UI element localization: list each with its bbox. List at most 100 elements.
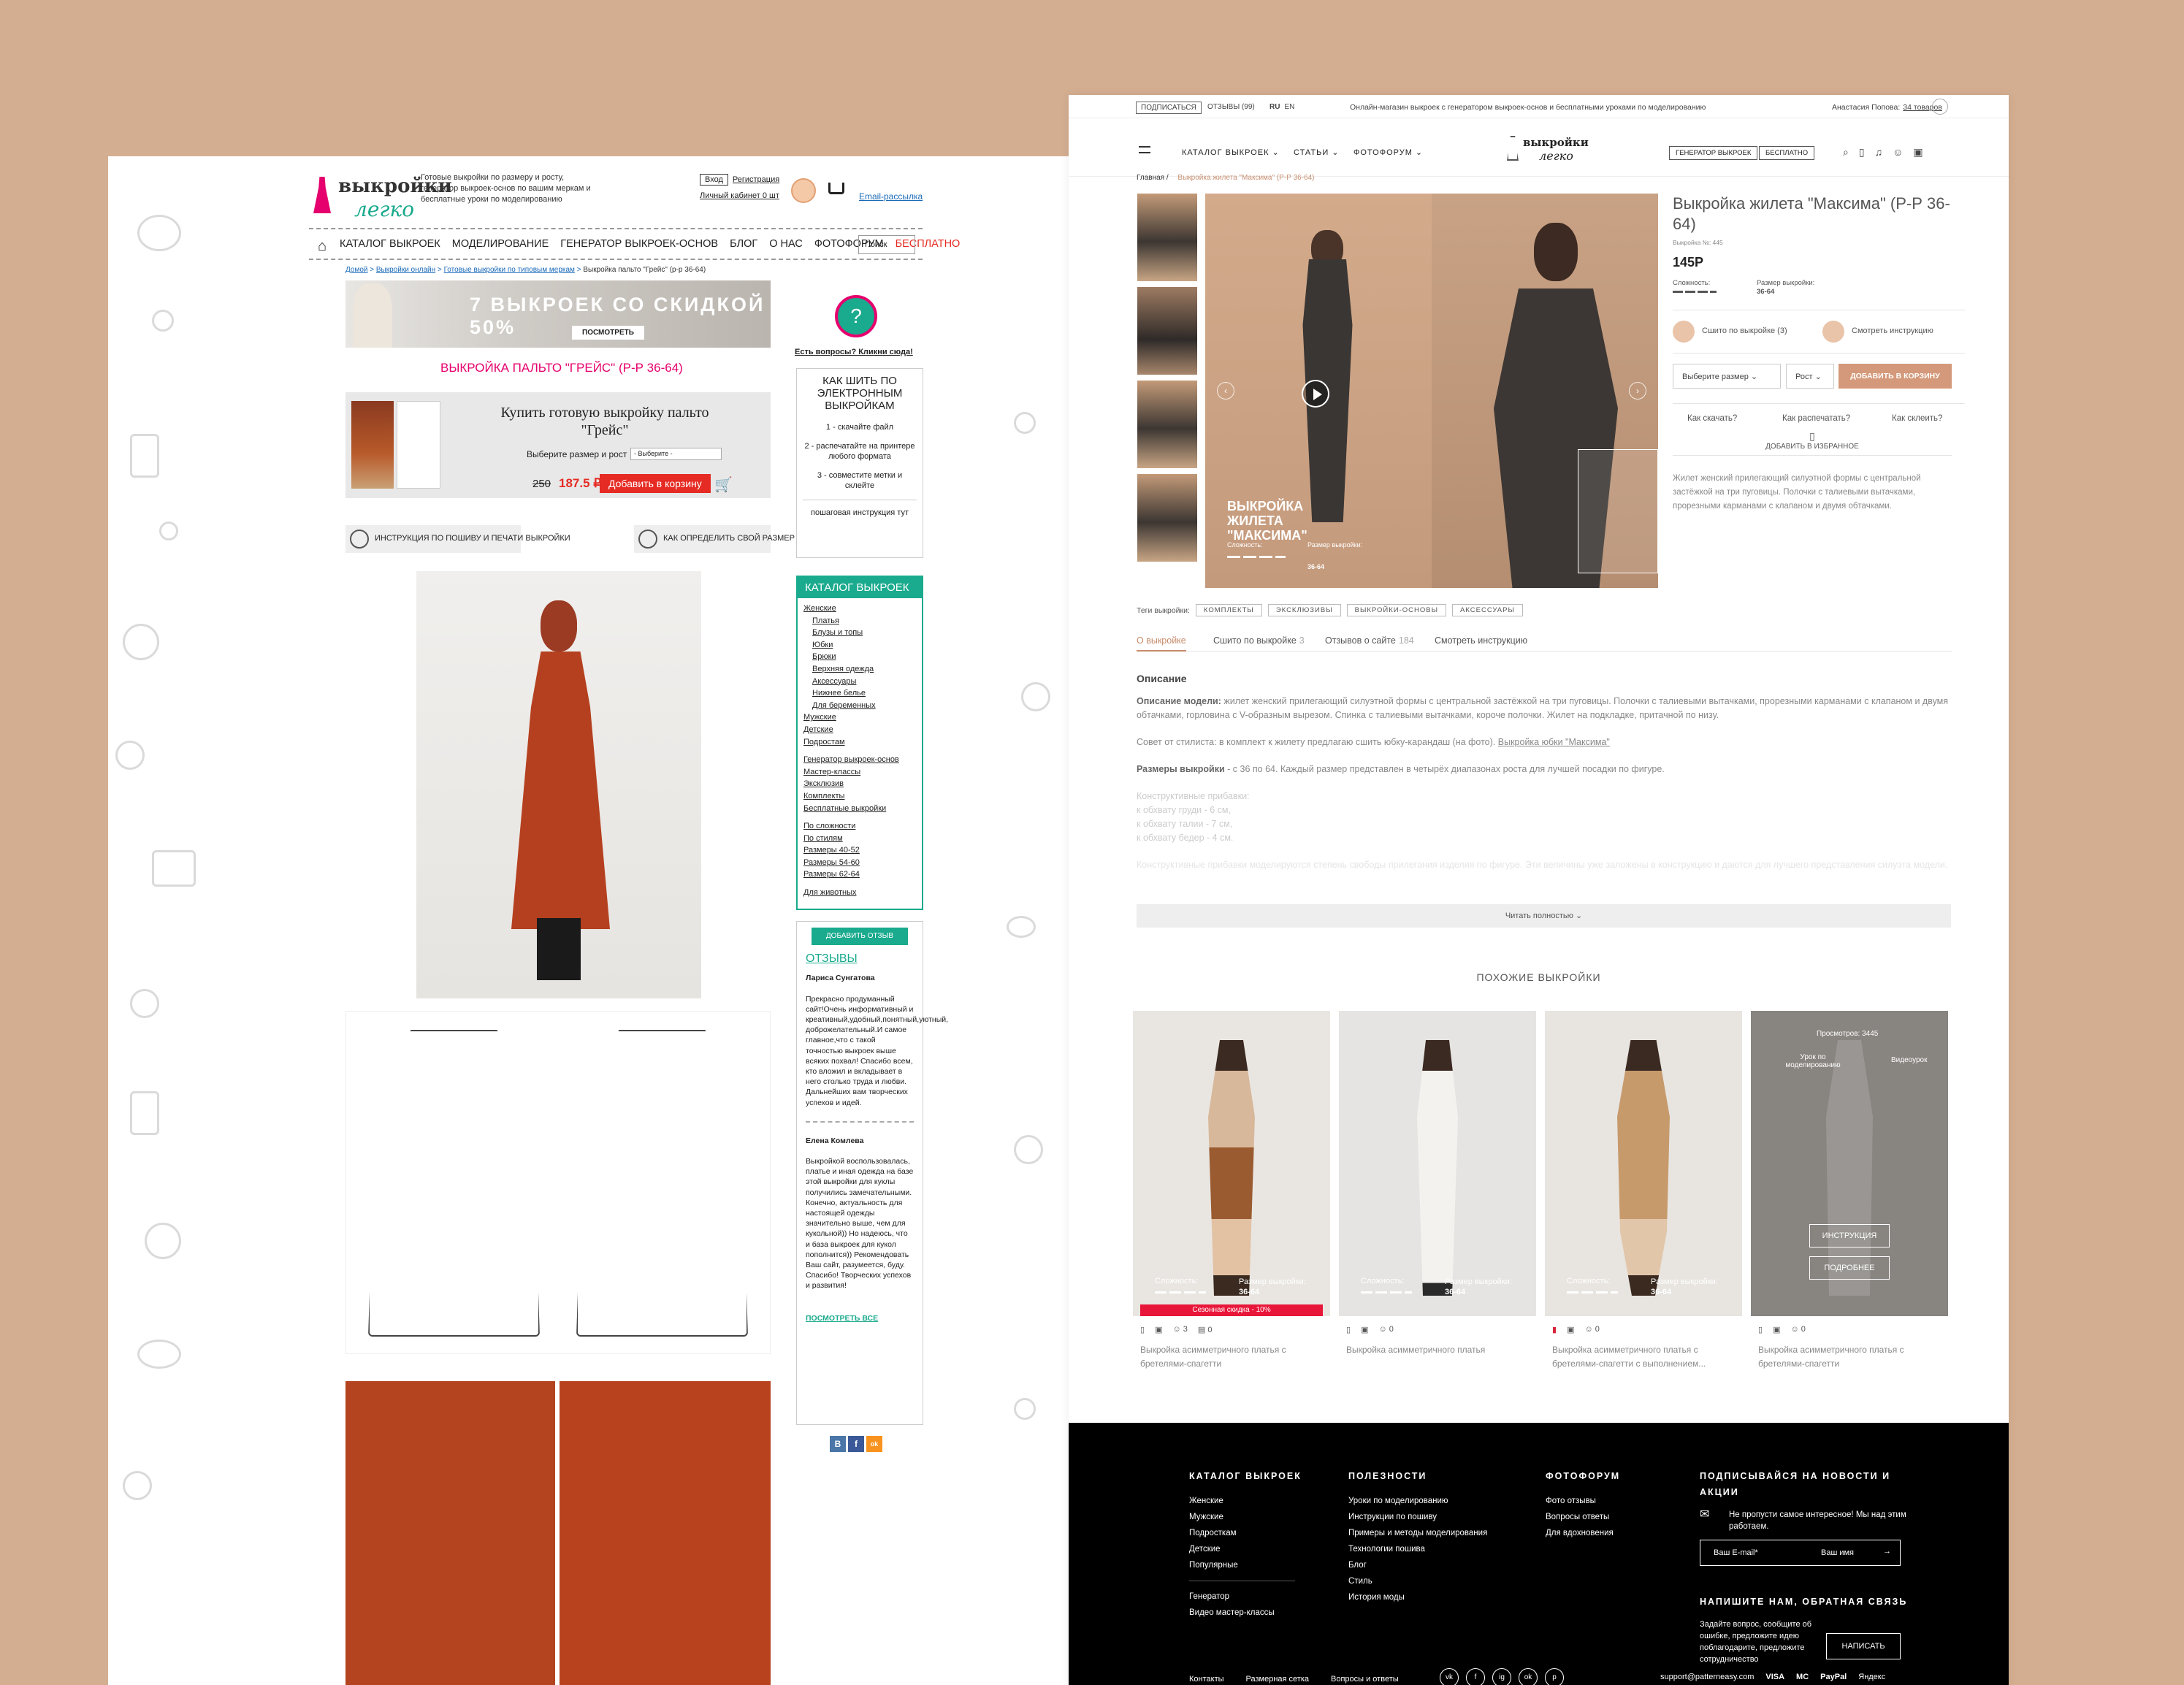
play-icon[interactable]: [1302, 380, 1329, 408]
footer-link[interactable]: Уроки по моделированию: [1348, 1493, 1487, 1509]
footer-link[interactable]: Инструкции по пошиву: [1348, 1509, 1487, 1525]
add-to-cart-button[interactable]: Добавить в корзину: [600, 474, 711, 493]
nav-articles[interactable]: СТАТЬИ ⌄: [1294, 148, 1340, 157]
cart-icon[interactable]: ▣: [1567, 1325, 1574, 1334]
catalog-subitem[interactable]: Брюки: [803, 651, 916, 663]
footer-link[interactable]: Женские: [1189, 1493, 1302, 1509]
how-to-footer-link[interactable]: пошаговая инструкция тут: [803, 500, 917, 518]
footer-link[interactable]: Популярные: [1189, 1557, 1302, 1573]
instagram-icon[interactable]: ig: [1492, 1668, 1511, 1685]
product-thumb-sketch[interactable]: [397, 401, 440, 489]
bookmark-icon[interactable]: ▯: [1758, 1325, 1763, 1334]
nav-item-blog[interactable]: БЛОГ: [730, 238, 757, 250]
add-review-button[interactable]: ДОБАВИТЬ ОТЗЫВ: [812, 928, 908, 946]
gallery-thumb[interactable]: [1137, 474, 1197, 562]
footer-link[interactable]: Стиль: [1348, 1573, 1487, 1589]
tab-reviews[interactable]: Отзывов о сайте 184: [1325, 635, 1414, 646]
card-title[interactable]: Выкройка асимметричного платья: [1346, 1343, 1529, 1357]
catalog-subitem[interactable]: Юбки: [803, 639, 916, 652]
catalog-item[interactable]: Женские: [803, 603, 916, 615]
catalog-subitem[interactable]: Для беременных: [803, 700, 916, 712]
bookmark-icon[interactable]: ▯: [1140, 1325, 1145, 1334]
add-to-cart-button[interactable]: ДОБАВИТЬ В КОРЗИНУ: [1839, 364, 1952, 389]
breadcrumb-item[interactable]: Выкройки онлайн: [376, 266, 435, 274]
product-card[interactable]: Сложность: Размер выкройки: 36-64 ▯ ▣ ☺ 0…: [1339, 1011, 1536, 1355]
tag[interactable]: ЭКСКЛЮЗИВЫ: [1267, 604, 1341, 616]
breadcrumb-item[interactable]: Готовые выкройки по типовым меркам: [444, 266, 575, 274]
gallery-thumb[interactable]: [1137, 194, 1197, 281]
nav-item-generator[interactable]: ГЕНЕРАТОР ВЫКРОЕК-ОСНОВ: [560, 238, 718, 250]
question-icon[interactable]: ?: [835, 295, 877, 337]
catalog-subitem[interactable]: Верхняя одежда: [803, 663, 916, 676]
footer-link[interactable]: Генератор: [1189, 1589, 1302, 1605]
product-photo[interactable]: [416, 571, 701, 998]
gallery-thumb[interactable]: [1137, 287, 1197, 375]
email-newsletter-link[interactable]: Email-рассылка: [859, 191, 923, 202]
question-link[interactable]: Есть вопросы? Кликни сюда!: [795, 348, 913, 356]
submit-arrow-icon[interactable]: →: [1883, 1547, 1891, 1556]
card-title[interactable]: Выкройка асимметричного платья с бретеля…: [1552, 1343, 1735, 1371]
footer-link[interactable]: Вопросы ответы: [1546, 1509, 1620, 1525]
cart-icon[interactable]: ▣: [1913, 146, 1923, 158]
footer-link[interactable]: Для вдохновения: [1546, 1525, 1620, 1541]
promo-button[interactable]: ПОСМОТРЕТЬ: [572, 326, 644, 340]
how-glue-link[interactable]: Как склеить?: [1892, 414, 1942, 423]
home-icon[interactable]: ⌂: [318, 238, 327, 255]
catalog-item[interactable]: Детские: [803, 724, 916, 736]
pinterest-icon[interactable]: p: [1545, 1668, 1564, 1685]
tab-about[interactable]: О выкройке: [1137, 635, 1186, 652]
ok-icon[interactable]: ok: [866, 1436, 882, 1452]
catalog-subitem[interactable]: Платья: [803, 615, 916, 627]
bell-icon[interactable]: ♫: [1875, 146, 1883, 158]
facebook-icon[interactable]: f: [1466, 1668, 1485, 1685]
footer-link[interactable]: История моды: [1348, 1589, 1487, 1605]
ok-icon[interactable]: ok: [1519, 1668, 1538, 1685]
nav-catalog[interactable]: КАТАЛОГ ВЫКРОЕК ⌄: [1182, 148, 1280, 157]
tag[interactable]: КОМПЛЕКТЫ: [1195, 604, 1262, 616]
catalog-item[interactable]: Генератор выкроек-основ: [803, 754, 916, 766]
generator-button[interactable]: ГЕНЕРАТОР ВЫКРОЕК: [1669, 146, 1758, 160]
register-link[interactable]: Регистрация: [733, 175, 779, 184]
site-logo[interactable]: выкройки легко: [1507, 133, 1589, 167]
nav-item-modeling[interactable]: МОДЕЛИРОВАНИЕ: [452, 238, 549, 250]
name-input[interactable]: Ваш имя: [1821, 1548, 1854, 1557]
catalog-item[interactable]: Бесплатные выкройки: [803, 803, 916, 815]
tag[interactable]: АКСЕССУАРЫ: [1452, 604, 1523, 616]
stylist-link[interactable]: Выкройка юбки "Максима": [1498, 737, 1610, 747]
card-title[interactable]: Выкройка асимметричного платья с бретеля…: [1140, 1343, 1323, 1371]
catalog-item[interactable]: Мастер-классы: [803, 766, 916, 779]
catalog-subitem[interactable]: Блузы и топы: [803, 627, 916, 639]
search-input[interactable]: Поиск: [858, 235, 915, 254]
how-print-link[interactable]: Как распечатать?: [1782, 414, 1850, 423]
catalog-filter[interactable]: Размеры 54-60: [803, 857, 916, 869]
promo-banner[interactable]: 7 ВЫКРОЕК СО СКИДКОЙ 50% ПОСМОТРЕТЬ: [345, 280, 771, 348]
product-card[interactable]: Сложность: Размер выкройки: 36-64 Сезонна…: [1133, 1011, 1330, 1369]
size-select[interactable]: Выберите размер ⌄: [1673, 364, 1781, 389]
add-to-favorites-button[interactable]: ▯ ДОБАВИТЬ В ИЗБРАННОЕ: [1673, 430, 1952, 451]
read-more-button[interactable]: Читать полностью ⌄: [1137, 904, 1951, 928]
breadcrumb-home[interactable]: Главная: [1137, 174, 1164, 182]
catalog-item[interactable]: Эксклюзив: [803, 778, 916, 790]
email-input[interactable]: Ваш E-mail*: [1714, 1548, 1758, 1557]
catalog-filter[interactable]: Размеры 62-64: [803, 868, 916, 881]
catalog-item[interactable]: Комплекты: [803, 790, 916, 803]
nav-item-about[interactable]: О НАС: [769, 238, 803, 250]
bookmark-filled-icon[interactable]: ▮: [1552, 1325, 1557, 1334]
gallery-thumb[interactable]: [1137, 381, 1197, 468]
cart-icon[interactable]: [828, 183, 844, 194]
vk-icon[interactable]: vk: [1440, 1668, 1459, 1685]
bookmark-icon[interactable]: ▯: [1346, 1325, 1351, 1334]
tag[interactable]: ВЫКРОЙКИ-ОСНОВЫ: [1346, 604, 1447, 616]
menu-icon[interactable]: [1139, 146, 1150, 153]
cart-icon[interactable]: ▣: [1155, 1325, 1162, 1334]
footer-link[interactable]: Подросткам: [1189, 1525, 1302, 1541]
catalog-subitem[interactable]: Нижнее белье: [803, 687, 916, 700]
breadcrumb-item[interactable]: Домой: [345, 266, 367, 274]
free-button[interactable]: БЕСПЛАТНО: [1759, 146, 1815, 160]
user-icon[interactable]: ☺: [1893, 146, 1903, 158]
cart-icon[interactable]: ▣: [1361, 1325, 1368, 1334]
login-button[interactable]: Вход: [700, 174, 728, 186]
catalog-item[interactable]: Мужские: [803, 711, 916, 724]
product-card[interactable]: Сложность: Размер выкройки: 36-64 ▮ ▣ ☺ 0…: [1545, 1011, 1742, 1369]
footer-link[interactable]: Размерная сетка: [1246, 1675, 1309, 1684]
